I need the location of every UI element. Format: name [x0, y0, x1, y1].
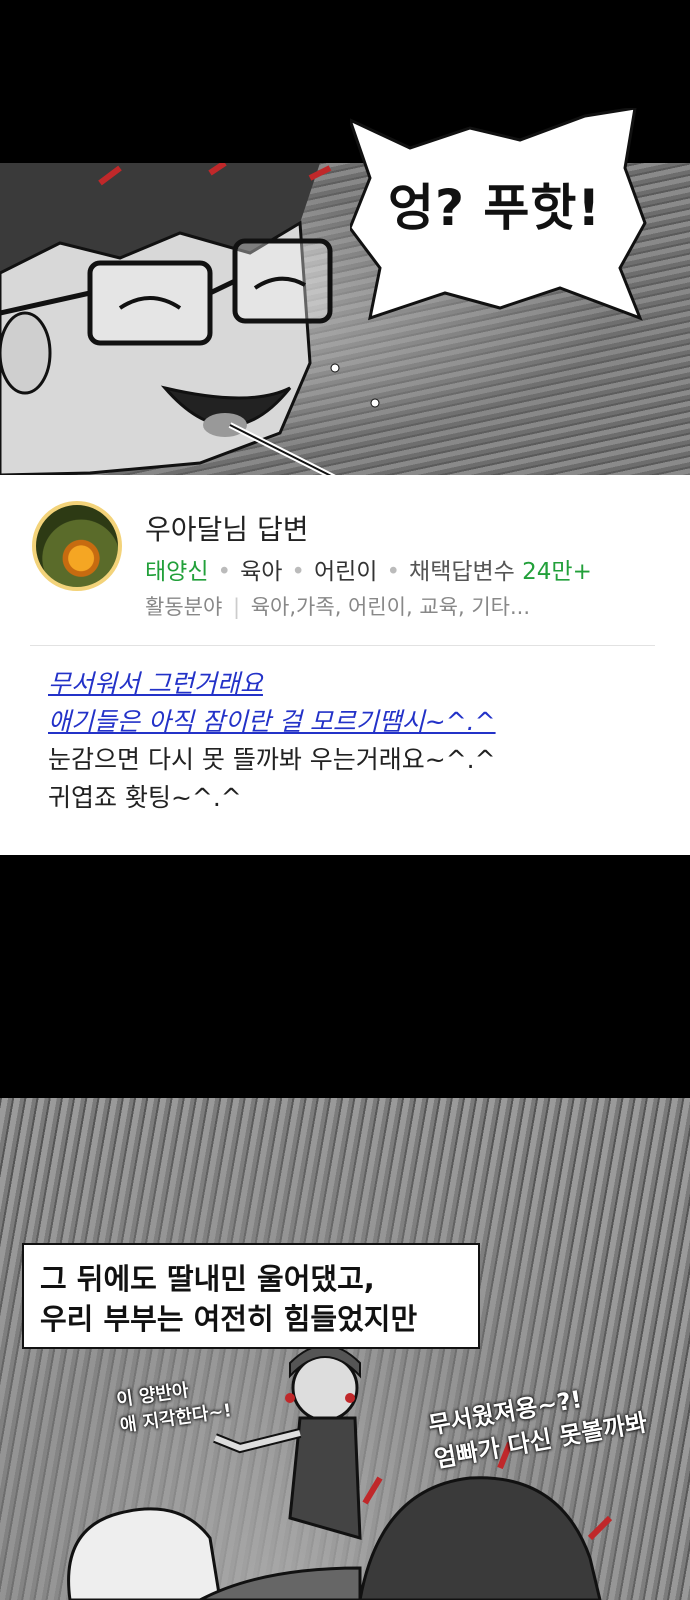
tag-item[interactable]: 육아: [240, 559, 282, 585]
author-name[interactable]: 우아달님 답변: [145, 508, 308, 548]
answer-line[interactable]: 무서워서 그런거래요: [48, 665, 496, 703]
rank-badge: 태양신: [145, 559, 209, 585]
couple-drawing: [67, 1344, 613, 1600]
divider: [30, 645, 655, 646]
field-separator: |: [232, 595, 241, 619]
speech-text: 엉? 푸핫!: [388, 179, 602, 237]
activity-fields: 활동분야 | 육아,가족, 어린이, 교육, 기타...: [145, 591, 530, 621]
tag-item[interactable]: 어린이: [314, 559, 377, 585]
answer-text: 무서워서 그런거래요 애기들은 아직 잠이란 걸 모르기땜시~^.^ 눈감으면 …: [48, 665, 496, 817]
dot-separator: •: [217, 559, 232, 585]
avatar[interactable]: [32, 501, 122, 591]
adopted-label: 채택답변수: [409, 559, 515, 585]
dot-separator: •: [386, 559, 401, 585]
caption-line: 그 뒤에도 딸내민 울어댔고,: [40, 1262, 375, 1296]
answer-line: 귀엽죠 홧팅~^.^: [48, 783, 242, 812]
adopted-count: 24만+: [522, 559, 592, 585]
narration-caption: 그 뒤에도 딸내민 울어댔고, 우리 부부는 여전히 힘들었지만: [22, 1243, 480, 1349]
answer-line: 눈감으면 다시 못 뜰까봐 우는거래요~^.^: [48, 745, 496, 774]
fields-list: 육아,가족, 어린이, 교육, 기타...: [250, 595, 531, 619]
caption-line: 우리 부부는 여전히 힘들었지만: [40, 1302, 418, 1336]
dot-separator: •: [291, 559, 305, 585]
comic-panel-bottom: [0, 1098, 690, 1600]
author-meta: 태양신 • 육아 • 어린이 • 채택답변수 24만+: [145, 552, 592, 586]
fields-label: 활동분야: [145, 595, 223, 619]
answer-line[interactable]: 애기들은 아직 잠이란 걸 모르기땜시~^.^: [48, 703, 496, 741]
